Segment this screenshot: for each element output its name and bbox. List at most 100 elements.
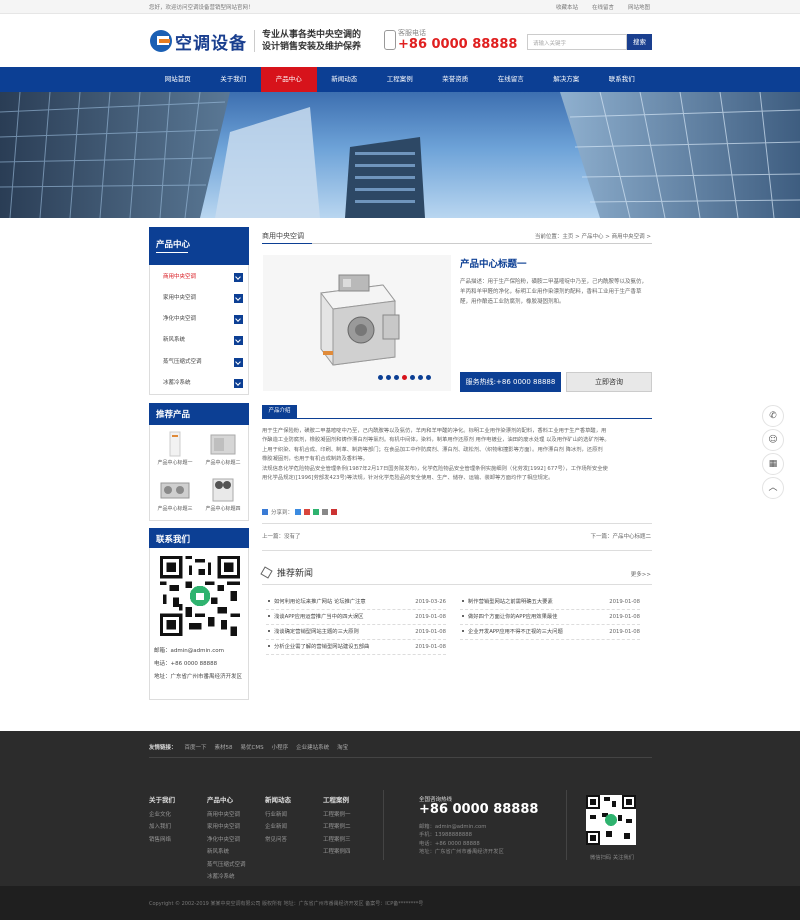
- chevron-down-icon: [234, 273, 243, 282]
- news-item[interactable]: 浅谈确定营销型网站主题的三大原则 2019-01-08: [266, 625, 446, 640]
- recommend-item[interactable]: 产品中心标题三: [152, 477, 198, 512]
- footer-link[interactable]: 常见问答: [265, 834, 291, 847]
- tencent-icon[interactable]: [322, 509, 329, 515]
- news-item[interactable]: 如何利用论坛来推广网站 论坛推广注意 2019-03-26: [266, 595, 446, 610]
- weibo-icon[interactable]: [304, 509, 311, 515]
- sitemap-link[interactable]: 网站地图: [628, 3, 650, 11]
- next-article-link[interactable]: 下一篇：产品中心标题二: [590, 532, 651, 540]
- footer-link[interactable]: 企业新闻: [265, 821, 291, 834]
- consult-button[interactable]: 立即咨询: [566, 372, 652, 392]
- friend-link[interactable]: 企业建站系统: [296, 743, 329, 751]
- footer-link[interactable]: 销售网络: [149, 834, 175, 847]
- footer-col-title[interactable]: 关于我们: [149, 794, 175, 807]
- qrcode-icon[interactable]: ▦: [762, 453, 784, 475]
- phone-icon[interactable]: ✆: [762, 405, 784, 427]
- footer-col-title[interactable]: 工程案例: [323, 794, 351, 807]
- news-section-title: 推荐新闻: [277, 569, 314, 579]
- news-item[interactable]: 做好四个方面让你的APP应用效果最佳 2019-01-08: [460, 610, 640, 625]
- footer-link[interactable]: 工程案例三: [323, 834, 351, 847]
- friend-link[interactable]: 淘宝: [337, 743, 348, 751]
- footer-col-title[interactable]: 产品中心: [207, 794, 246, 807]
- footer-link[interactable]: 净化中央空调: [207, 834, 246, 847]
- share-icon: [262, 509, 268, 515]
- category-item[interactable]: 新风系统: [163, 333, 243, 348]
- footer-link[interactable]: 工程案例二: [323, 821, 351, 834]
- search-input[interactable]: 请输入关键字: [527, 34, 627, 50]
- footer-link[interactable]: 企业文化: [149, 809, 175, 822]
- share-bar: 分享到：: [262, 508, 338, 516]
- nav-about[interactable]: 关于我们: [206, 67, 262, 92]
- pager-dot[interactable]: [386, 375, 391, 380]
- nav-news[interactable]: 新闻动态: [317, 67, 373, 92]
- pager-dot-active[interactable]: [402, 375, 407, 380]
- recommend-item[interactable]: 产品中心标题一: [152, 431, 198, 466]
- nav-cases[interactable]: 工程案例: [372, 67, 428, 92]
- footer-link[interactable]: 家用中央空调: [207, 821, 246, 834]
- friend-link[interactable]: 小程序: [272, 743, 289, 751]
- nav-home[interactable]: 网站首页: [150, 67, 206, 92]
- footer-link[interactable]: 加入我们: [149, 821, 175, 834]
- news-item[interactable]: 企业开发APP应用不得不正视的三大问题 2019-01-08: [460, 625, 640, 640]
- intro-line: 作酿造工业防腐剂，橡胶凝固剂和铸作漂白剂等氯剂。有机中间体，染料，制革用作还原剂…: [262, 437, 610, 444]
- recommend-item[interactable]: 产品中心标题四: [200, 477, 246, 512]
- welcome-text: 您好，欢迎访问空调设备营销型网站官网！: [149, 5, 254, 11]
- bookmark-link[interactable]: 收藏本站: [556, 3, 578, 11]
- slogan-line2: 设计销售安装及维护保养: [262, 42, 362, 52]
- news-item[interactable]: 制作营销型网站之前需明确五大要素 2019-01-08: [460, 595, 640, 610]
- footer-link[interactable]: 新风系统: [207, 846, 246, 859]
- nav-solutions[interactable]: 解决方案: [539, 67, 595, 92]
- image-pager[interactable]: [378, 375, 431, 380]
- product-thumbnail: [208, 477, 238, 503]
- service-hotline-button[interactable]: 服务热线:+86 0000 88888: [460, 372, 561, 392]
- footer-link[interactable]: 行业新闻: [265, 809, 291, 822]
- copyright-bar: Copyright © 2002-2019 某某中央空调有限公司 版权所有 地址…: [0, 886, 800, 920]
- chevron-down-icon: [234, 294, 243, 303]
- nav-contact[interactable]: 联系我们: [594, 67, 650, 92]
- tab-product-intro[interactable]: 产品介绍: [262, 405, 297, 418]
- pager-dot[interactable]: [378, 375, 383, 380]
- product-image[interactable]: [263, 255, 451, 391]
- contact-phone: 电话：+86 0000 88888: [154, 661, 218, 667]
- footer-link[interactable]: 商用中央空调: [207, 809, 246, 822]
- category-item[interactable]: 蒸气压缩式空调: [163, 355, 243, 370]
- nav-honors[interactable]: 荣誉资质: [428, 67, 484, 92]
- top-bar: 您好，欢迎访问空调设备营销型网站官网！ 收藏本站 在线留言 网站地图: [0, 0, 800, 14]
- message-link[interactable]: 在线留言: [592, 3, 614, 11]
- friend-link[interactable]: 易优CMS: [241, 743, 264, 751]
- category-item[interactable]: 净化中央空调: [163, 312, 243, 327]
- category-item[interactable]: 冰蓄冷系统: [163, 376, 243, 391]
- news-more-link[interactable]: 更多>>: [631, 570, 651, 578]
- search-button[interactable]: 搜索: [627, 34, 652, 50]
- prev-article-link[interactable]: 上一篇：没有了: [262, 532, 301, 540]
- nav-products[interactable]: 产品中心: [261, 67, 317, 92]
- recommend-label: 产品中心标题二: [205, 460, 241, 466]
- contact-email: 邮箱：admin@admin.com: [154, 648, 224, 654]
- site-logo[interactable]: 空调设备: [150, 28, 248, 54]
- chat-icon[interactable]: ☺: [762, 429, 784, 451]
- pager-dot[interactable]: [426, 375, 431, 380]
- friend-link[interactable]: 百度一下: [185, 743, 207, 751]
- news-item[interactable]: 浅谈APP应用运营推广当中的四大误区 2019-01-08: [266, 610, 446, 625]
- nav-message[interactable]: 在线留言: [483, 67, 539, 92]
- renren-icon[interactable]: [331, 509, 338, 515]
- footer-link[interactable]: 冰蓄冷系统: [207, 871, 246, 884]
- friend-link[interactable]: 素材58: [215, 743, 233, 751]
- pager-dot[interactable]: [410, 375, 415, 380]
- news-item-title: 制作营销型网站之前需明确五大要素: [468, 599, 553, 605]
- footer-link[interactable]: 工程案例一: [323, 809, 351, 822]
- wechat-icon[interactable]: [313, 509, 320, 515]
- pager-dot[interactable]: [394, 375, 399, 380]
- pager-dot[interactable]: [418, 375, 423, 380]
- footer-link[interactable]: 蒸气压缩式空调: [207, 859, 246, 872]
- footer-link[interactable]: 工程案例四: [323, 846, 351, 859]
- back-to-top-icon[interactable]: ︿: [762, 477, 784, 499]
- recommend-item[interactable]: 产品中心标题二: [200, 431, 246, 466]
- breadcrumb[interactable]: 当前位置：主页 > 产品中心 > 商用中央空调 >: [535, 232, 651, 240]
- qzone-icon[interactable]: [295, 509, 302, 515]
- category-item[interactable]: 家用中央空调: [163, 291, 243, 306]
- category-item[interactable]: 商用中央空调: [163, 270, 243, 285]
- footer-col-title[interactable]: 新闻动态: [265, 794, 291, 807]
- category-label: 蒸气压缩式空调: [163, 359, 202, 365]
- footer-qr-caption: 微信扫码 关注我们: [589, 855, 635, 861]
- news-item[interactable]: 分析企业需了解的营销型网站建设五部曲 2019-01-08: [266, 640, 446, 655]
